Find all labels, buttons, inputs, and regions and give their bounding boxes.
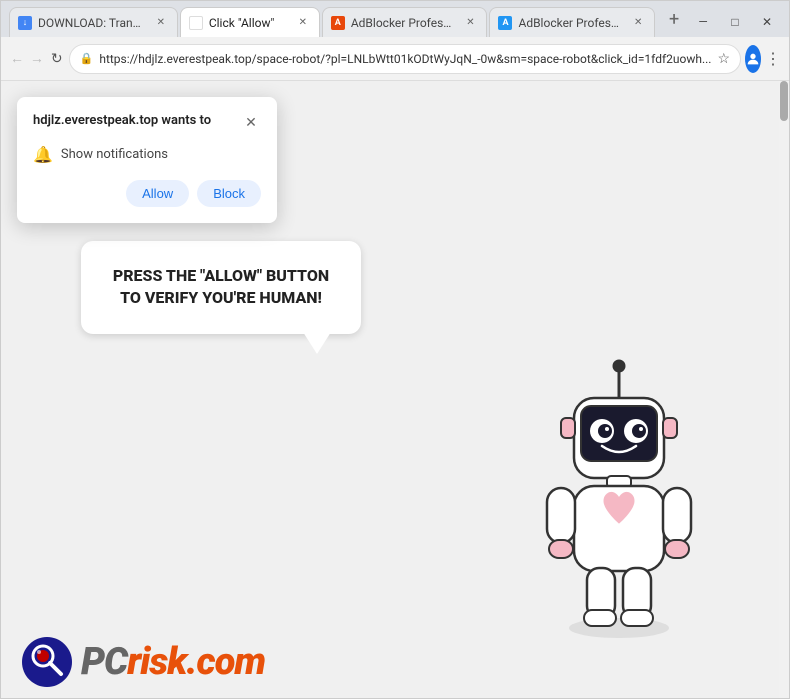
reload-button[interactable]: ↻ bbox=[49, 45, 65, 73]
speech-text: PRESS THE "ALLOW" BUTTON TO VERIFY YOU'R… bbox=[111, 265, 331, 310]
pcrisk-risk: risk.com bbox=[127, 640, 265, 684]
close-button[interactable]: ✕ bbox=[753, 11, 781, 33]
popup-notification-row: 🔔 Show notifications bbox=[33, 145, 261, 164]
tab-favicon-click bbox=[189, 16, 203, 30]
address-bar[interactable]: 🔒 https://hdjlz.everestpeak.top/space-ro… bbox=[69, 44, 741, 74]
allow-button[interactable]: Allow bbox=[126, 180, 189, 207]
tab-close-adblocker2[interactable]: ✕ bbox=[630, 15, 646, 31]
tab-download[interactable]: ↓ DOWNLOAD: Transfo... ✕ bbox=[9, 7, 178, 37]
tab-title-download: DOWNLOAD: Transfo... bbox=[38, 16, 147, 30]
browser-frame: ↓ DOWNLOAD: Transfo... ✕ Click "Allow" ✕… bbox=[0, 0, 790, 699]
robot-container bbox=[519, 358, 719, 638]
block-button[interactable]: Block bbox=[197, 180, 261, 207]
tab-adblocker1[interactable]: A AdBlocker Professio... ✕ bbox=[322, 7, 488, 37]
tab-favicon-adblocker2: A bbox=[498, 16, 512, 30]
tab-title-adblocker2: AdBlocker Professio... bbox=[518, 16, 624, 30]
bookmark-star-icon[interactable]: ☆ bbox=[717, 51, 730, 67]
profile-button[interactable] bbox=[745, 45, 761, 73]
pcrisk-icon-svg bbox=[21, 636, 73, 688]
nav-bar: ← → ↻ 🔒 https://hdjlz.everestpeak.top/sp… bbox=[1, 37, 789, 81]
new-tab-button[interactable]: + bbox=[661, 5, 687, 33]
scrollbar[interactable] bbox=[779, 81, 789, 698]
tab-title-adblocker1: AdBlocker Professio... bbox=[351, 16, 457, 30]
tab-favicon-download: ↓ bbox=[18, 16, 32, 30]
tab-favicon-adblocker1: A bbox=[331, 16, 345, 30]
popup-buttons: Allow Block bbox=[33, 180, 261, 207]
back-button[interactable]: ← bbox=[9, 45, 25, 73]
tab-close-download[interactable]: ✕ bbox=[153, 15, 169, 31]
robot-svg bbox=[519, 358, 719, 638]
address-text: https://hdjlz.everestpeak.top/space-robo… bbox=[99, 52, 711, 66]
notification-popup: hdjlz.everestpeak.top wants to ✕ 🔔 Show … bbox=[17, 97, 277, 223]
tab-close-click-allow[interactable]: ✕ bbox=[295, 15, 311, 31]
tab-click-allow[interactable]: Click "Allow" ✕ bbox=[180, 7, 320, 37]
tab-bar: ↓ DOWNLOAD: Transfo... ✕ Click "Allow" ✕… bbox=[1, 1, 789, 37]
popup-title: hdjlz.everestpeak.top wants to bbox=[33, 113, 211, 128]
scrollbar-thumb[interactable] bbox=[780, 81, 788, 121]
lock-icon: 🔒 bbox=[80, 52, 94, 65]
tab-title-click-allow: Click "Allow" bbox=[209, 16, 289, 30]
pcrisk-logo: PCrisk.com bbox=[21, 636, 265, 688]
minimize-button[interactable]: — bbox=[689, 11, 717, 33]
menu-button[interactable]: ⋮ bbox=[765, 45, 781, 73]
page-main: hdjlz.everestpeak.top wants to ✕ 🔔 Show … bbox=[1, 81, 779, 698]
window-controls: — □ ✕ bbox=[689, 11, 781, 37]
tab-close-adblocker1[interactable]: ✕ bbox=[462, 15, 478, 31]
pcrisk-pc: PC bbox=[81, 640, 127, 684]
maximize-button[interactable]: □ bbox=[721, 11, 749, 33]
speech-area: PRESS THE "ALLOW" BUTTON TO VERIFY YOU'R… bbox=[81, 241, 361, 334]
forward-button[interactable]: → bbox=[29, 45, 45, 73]
notification-label: Show notifications bbox=[61, 147, 168, 162]
page-content: hdjlz.everestpeak.top wants to ✕ 🔔 Show … bbox=[1, 81, 789, 698]
popup-close-button[interactable]: ✕ bbox=[241, 113, 261, 133]
pcrisk-text: PCrisk.com bbox=[81, 640, 265, 684]
popup-header: hdjlz.everestpeak.top wants to ✕ bbox=[33, 113, 261, 133]
tab-adblocker2[interactable]: A AdBlocker Professio... ✕ bbox=[489, 7, 655, 37]
bell-icon: 🔔 bbox=[33, 145, 53, 164]
speech-bubble: PRESS THE "ALLOW" BUTTON TO VERIFY YOU'R… bbox=[81, 241, 361, 334]
